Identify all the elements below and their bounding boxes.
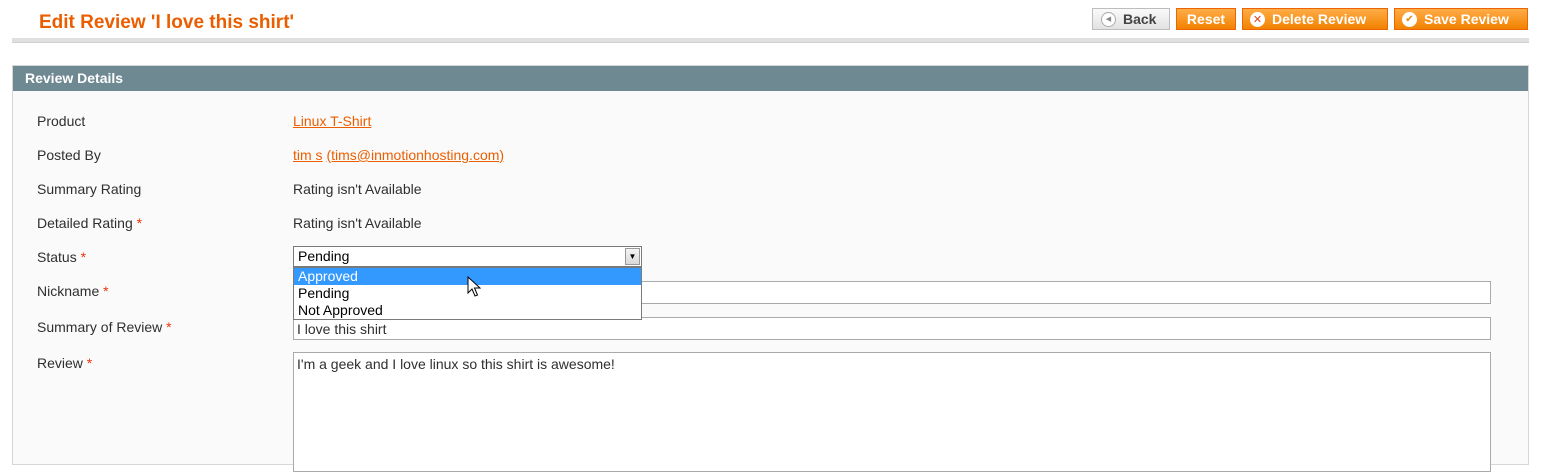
summary-rating-label: Summary Rating [37, 181, 142, 197]
required-marker: * [80, 249, 87, 265]
delete-review-label: Delete Review [1272, 11, 1367, 27]
required-marker: * [136, 215, 143, 231]
review-label: Review [37, 355, 83, 371]
checkmark-circle-icon: ✔ [1402, 11, 1417, 27]
reset-button-label: Reset [1186, 11, 1226, 27]
nickname-label: Nickname [37, 283, 100, 299]
mouse-pointer-icon [467, 276, 481, 297]
review-textarea[interactable]: I'm a geek and I love linux so this shir… [293, 352, 1491, 472]
required-marker: * [103, 283, 109, 299]
save-review-button[interactable]: ✔ Save Review [1394, 8, 1528, 30]
save-review-label: Save Review [1424, 11, 1509, 27]
product-link[interactable]: Linux T-Shirt [293, 113, 371, 129]
summary-of-review-label: Summary of Review [37, 319, 163, 335]
required-marker: * [166, 319, 172, 335]
back-button[interactable]: ◀ Back [1092, 8, 1170, 30]
status-label: Status [37, 249, 77, 265]
delete-circle-icon: ✕ [1250, 11, 1265, 27]
back-arrow-icon: ◀ [1101, 11, 1116, 27]
product-label: Product [37, 113, 86, 129]
detailed-rating-label: Detailed Rating [37, 215, 133, 231]
panel-title: Review Details [13, 66, 1528, 91]
summary-of-review-input[interactable] [293, 317, 1491, 340]
back-button-label: Back [1123, 11, 1157, 27]
status-selected-value: Pending [298, 248, 350, 264]
delete-review-button[interactable]: ✕ Delete Review [1242, 8, 1388, 30]
header-divider [12, 38, 1529, 43]
customer-email-link[interactable]: (tims@inmotionhosting.com) [326, 147, 504, 163]
required-marker: * [86, 355, 93, 371]
customer-name-link[interactable]: tim s [293, 147, 323, 163]
page-title: Edit Review 'I love this shirt' [39, 12, 295, 33]
detailed-rating-value: Rating isn't Available [293, 215, 422, 231]
posted-by-label: Posted By [37, 147, 101, 163]
reset-button[interactable]: Reset [1176, 8, 1236, 30]
status-select[interactable]: Pending ▼ [293, 246, 642, 267]
chevron-down-icon[interactable]: ▼ [625, 248, 640, 265]
status-option-not-approved[interactable]: Not Approved [294, 302, 641, 319]
summary-rating-value: Rating isn't Available [293, 181, 422, 197]
